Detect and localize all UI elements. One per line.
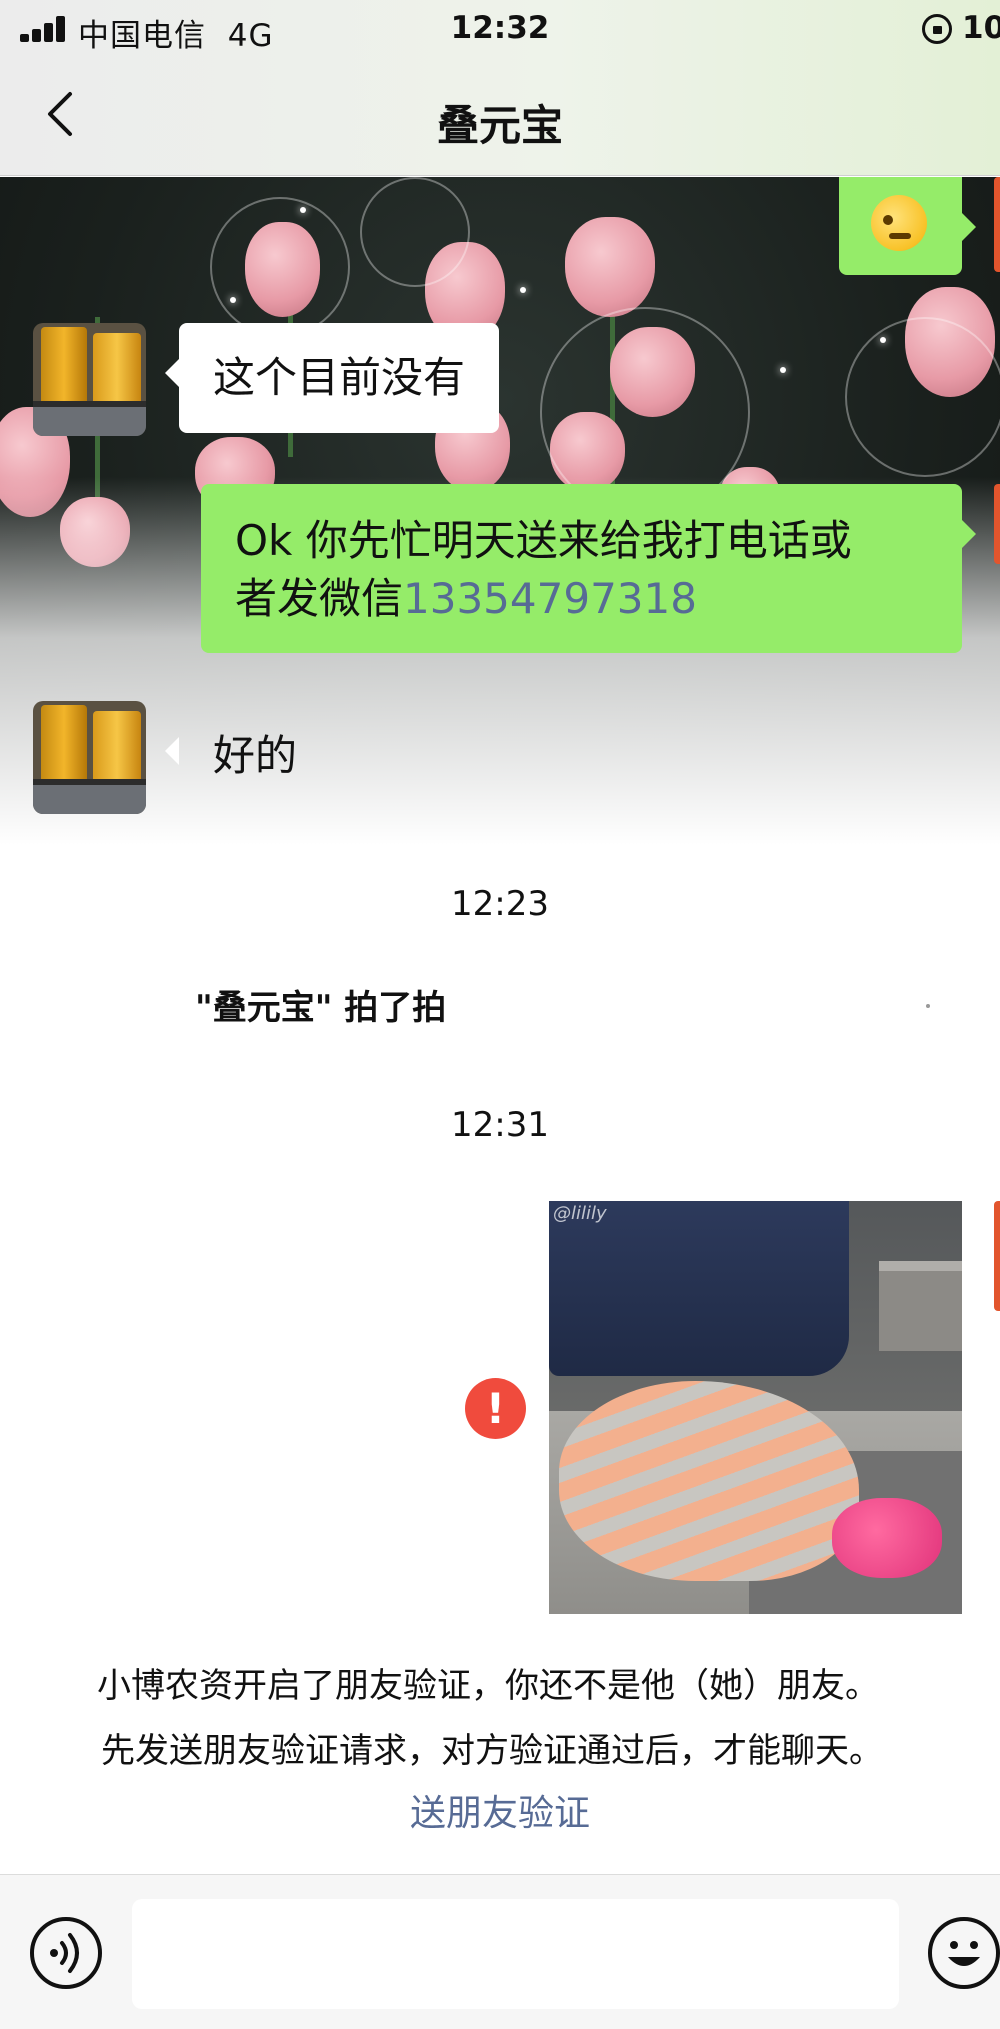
image-watermark: @lilily (553, 1203, 607, 1224)
message-timestamp: 12:31 (451, 1105, 549, 1145)
message-text-input[interactable] (132, 1899, 899, 2009)
smirk-emoji-icon (871, 195, 927, 251)
sent-image-message[interactable]: @lilily (549, 1201, 962, 1614)
outgoing-emoji-bubble[interactable] (839, 177, 976, 275)
voice-input-button[interactable] (30, 1917, 102, 1989)
outgoing-message-line-1: Ok 你先忙明天送来给我打电话或 (235, 516, 852, 565)
status-bar: 中国电信 4G 12:32 10 (0, 0, 1000, 56)
friend-verification-notice-line-2: 先发送朋友验证请求，对方验证通过后，才能聊天。 (101, 1731, 883, 1771)
send-failed-exclamation-icon[interactable]: ! (465, 1378, 526, 1439)
phone-number-link[interactable]: 13354797318 (403, 574, 697, 623)
contact-avatar[interactable] (33, 701, 146, 814)
message-input-bar (0, 1874, 1000, 2029)
chat-header: 叠元宝 (0, 56, 1000, 176)
voice-icon (50, 1933, 79, 1973)
friend-verification-notice-line-1: 小博农资开启了朋友验证，你还不是他（她）朋友。 (97, 1666, 879, 1706)
smiley-icon (948, 1941, 980, 1966)
edge-bubble-peek (994, 1201, 1000, 1311)
emoji-button[interactable] (928, 1917, 1000, 1989)
status-time: 12:32 (450, 10, 550, 46)
chat-title: 叠元宝 (436, 101, 563, 150)
incoming-message[interactable]: 好的 (164, 701, 331, 811)
send-friend-verification-link[interactable]: 送朋友验证 (0, 1784, 1000, 1836)
message-timestamp: 12:23 (451, 884, 549, 924)
outgoing-message[interactable]: Ok 你先忙明天送来给我打电话或 者发微信13354797318 (201, 484, 976, 653)
outgoing-message-line-2: 者发微信13354797318 (235, 574, 697, 623)
incoming-message[interactable]: 这个目前没有 (164, 323, 500, 433)
edge-bubble-peek (994, 177, 1000, 272)
pat-notice: "叠元宝" 拍了拍 (195, 988, 447, 1028)
edge-bubble-peek (994, 484, 1000, 564)
contact-avatar[interactable] (33, 323, 146, 436)
rotation-lock-icon (922, 14, 952, 44)
battery-level: 10 (962, 10, 1000, 46)
